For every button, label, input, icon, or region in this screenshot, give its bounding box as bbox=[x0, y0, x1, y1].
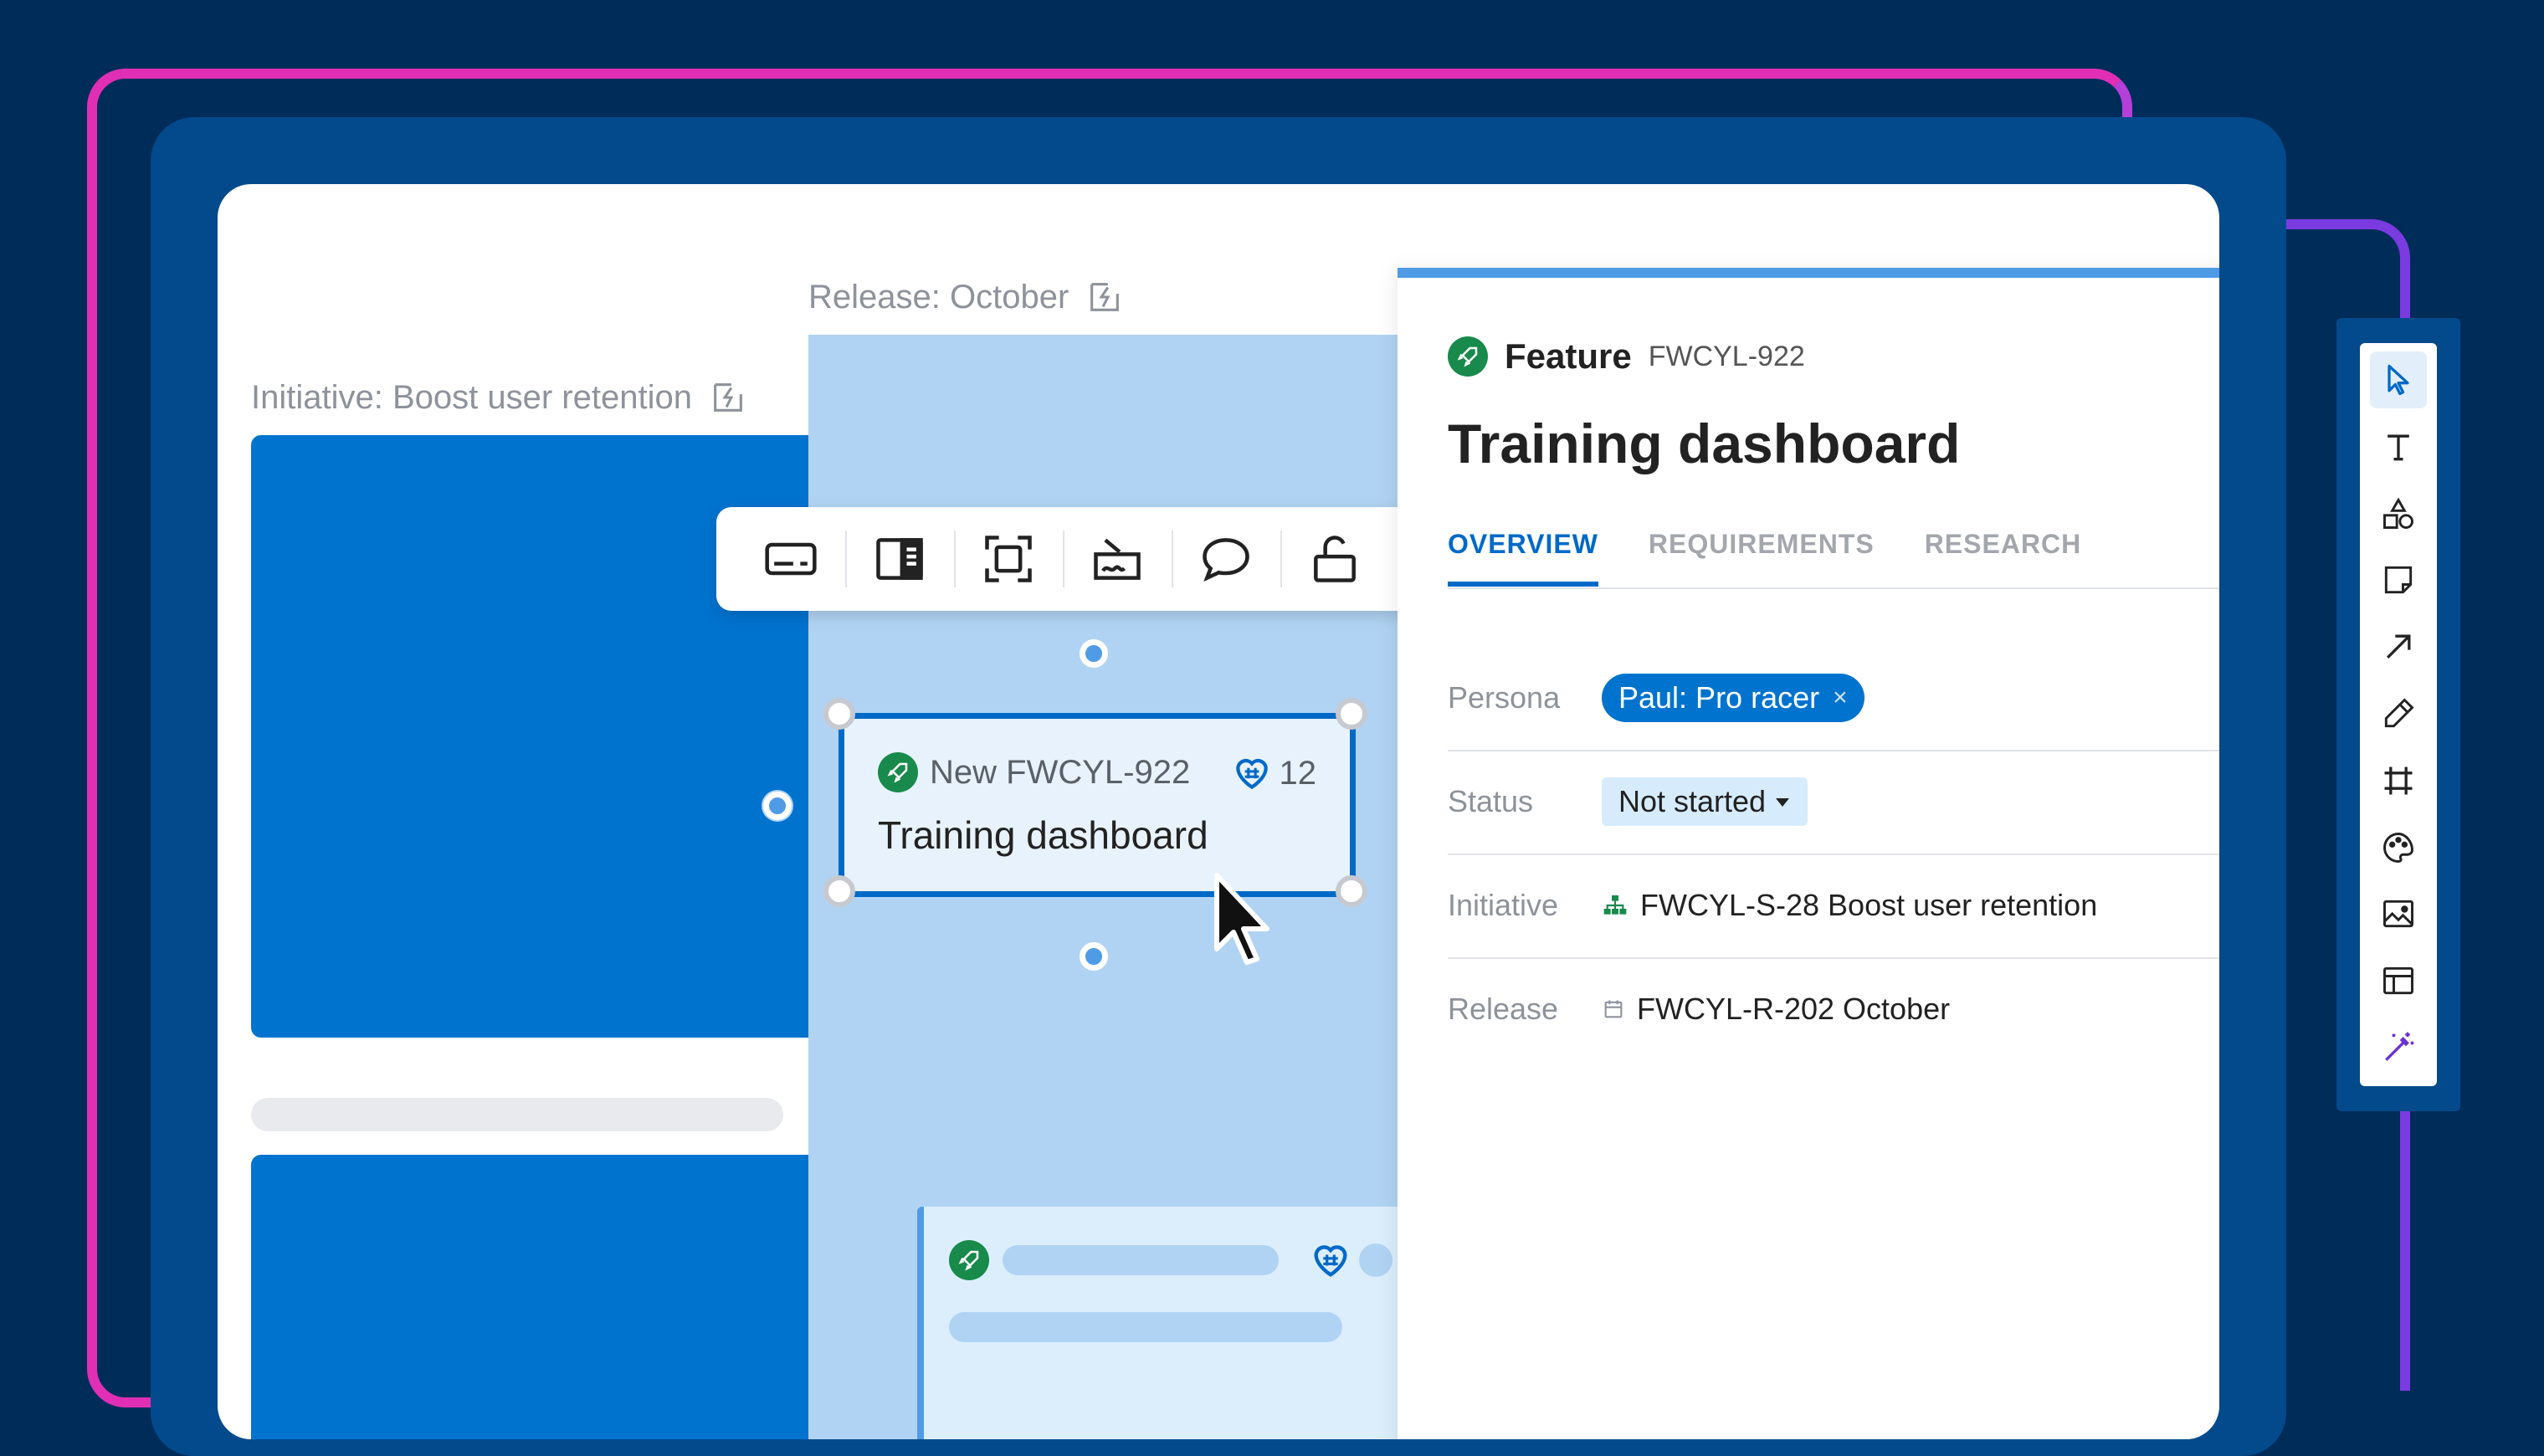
frame-link-icon[interactable] bbox=[709, 378, 747, 417]
tab-overview[interactable]: OVERVIEW bbox=[1448, 529, 1598, 587]
mouse-pointer-icon bbox=[1214, 873, 1269, 965]
arrow-icon bbox=[2386, 634, 2411, 659]
release-frame-label[interactable]: Release: October bbox=[808, 278, 1124, 316]
field-label: Initiative bbox=[1448, 888, 1559, 922]
initiative-link[interactable]: FWCYL-S-28 Boost user retention bbox=[1602, 888, 2097, 923]
assign-button[interactable] bbox=[1063, 507, 1172, 611]
release-link[interactable]: FWCYL-R-202 October bbox=[1602, 992, 1950, 1027]
feature-card-placeholder[interactable] bbox=[917, 1207, 1411, 1439]
status-dropdown[interactable]: Not started bbox=[1602, 777, 1808, 826]
card-header: New FWCYL-922 bbox=[878, 752, 1190, 792]
feature-detail-panel: Feature FWCYL-922 Training dashboard OVE… bbox=[1398, 268, 2219, 1439]
layout-icon bbox=[2383, 967, 2413, 995]
calendar-icon bbox=[1604, 1000, 1623, 1018]
sign-icon bbox=[1094, 538, 1141, 580]
card-style-button[interactable] bbox=[736, 507, 845, 611]
resize-handle-bottom-right[interactable] bbox=[1336, 875, 1367, 907]
record-title[interactable]: Training dashboard bbox=[1448, 412, 1960, 475]
ai-magic-icon bbox=[2385, 1032, 2414, 1061]
tab-research[interactable]: RESEARCH bbox=[1925, 529, 2082, 587]
placeholder-bar bbox=[251, 1098, 783, 1131]
card-score: 12 bbox=[1231, 752, 1316, 794]
score-heart-icon bbox=[1314, 1245, 1347, 1277]
whiteboard-tools bbox=[2360, 343, 2437, 1086]
sticky-note-tool-button[interactable] bbox=[2370, 551, 2427, 608]
shapes-tool-button[interactable] bbox=[2370, 485, 2427, 542]
persona-chip[interactable]: Paul: Pro racer × bbox=[1602, 674, 1864, 722]
connector-anchor-top[interactable] bbox=[1080, 639, 1108, 668]
details-panel-button[interactable] bbox=[845, 507, 954, 611]
image-tool-button[interactable] bbox=[2370, 886, 2427, 943]
text-tool-button[interactable] bbox=[2370, 418, 2427, 475]
field-label: Status bbox=[1448, 784, 1534, 818]
focus-icon bbox=[985, 536, 1032, 582]
tab-requirements[interactable]: REQUIREMENTS bbox=[1649, 529, 1875, 587]
card-toolbar bbox=[716, 507, 1411, 611]
unlock-icon bbox=[1314, 536, 1356, 582]
score-heart-icon bbox=[1235, 758, 1268, 790]
feature-rocket-icon bbox=[878, 752, 918, 792]
panel-icon bbox=[876, 538, 923, 580]
pointer-icon bbox=[2388, 364, 2409, 396]
placeholder-score bbox=[1359, 1243, 1393, 1277]
resize-handle-bottom-left[interactable] bbox=[823, 875, 855, 907]
field-label: Release bbox=[1448, 992, 1559, 1026]
select-tool-button[interactable] bbox=[2370, 351, 2427, 408]
frame-tool-button[interactable] bbox=[2370, 752, 2427, 809]
frame-icon bbox=[2384, 766, 2413, 795]
field-release: Release FWCYL-R-202 October bbox=[1448, 957, 2219, 1061]
connector-anchor-bottom[interactable] bbox=[1080, 942, 1108, 971]
arrow-tool-button[interactable] bbox=[2370, 618, 2427, 675]
connector-anchor-left[interactable] bbox=[763, 792, 792, 820]
record-tabs: OVERVIEW REQUIREMENTS RESEARCH bbox=[1448, 529, 2081, 587]
record-key[interactable]: FWCYL-922 bbox=[1649, 341, 1805, 373]
caret-down-icon bbox=[1776, 798, 1790, 807]
field-persona: Persona Paul: Pro racer × bbox=[1448, 646, 2219, 751]
field-label: Persona bbox=[1448, 680, 1561, 715]
lock-button[interactable] bbox=[1280, 507, 1389, 611]
field-status: Status Not started bbox=[1448, 750, 2219, 855]
whiteboard-canvas[interactable]: Initiative: Boost user retention Release… bbox=[218, 184, 2219, 1439]
palette-icon bbox=[2383, 832, 2413, 863]
placeholder-bar bbox=[949, 1312, 1342, 1342]
initiative-frame-label[interactable]: Initiative: Boost user retention bbox=[251, 378, 747, 417]
focus-button[interactable] bbox=[954, 507, 1063, 611]
comment-button[interactable] bbox=[1172, 507, 1280, 611]
tab-divider bbox=[1448, 587, 2219, 589]
sticky-note-icon bbox=[2384, 567, 2413, 594]
resize-handle-top-left[interactable] bbox=[823, 698, 855, 730]
comment-icon bbox=[1203, 538, 1249, 582]
selected-feature-card[interactable]: New FWCYL-922 12 Training dashboard bbox=[839, 713, 1356, 897]
color-tool-button[interactable] bbox=[2370, 819, 2427, 876]
pen-icon bbox=[2384, 698, 2414, 728]
field-initiative: Initiative FWCYL-S-28 Boost user retenti… bbox=[1448, 854, 2219, 959]
resize-handle-top-right[interactable] bbox=[1336, 698, 1367, 730]
card-key: New FWCYL-922 bbox=[930, 753, 1191, 791]
feature-rocket-icon bbox=[1448, 336, 1488, 377]
placeholder-bar bbox=[1003, 1245, 1279, 1275]
card-icon bbox=[765, 542, 817, 576]
image-icon bbox=[2383, 900, 2413, 928]
shapes-icon bbox=[2383, 497, 2413, 529]
remove-chip-icon[interactable]: × bbox=[1833, 684, 1848, 712]
text-icon bbox=[2388, 434, 2409, 461]
hierarchy-icon bbox=[1603, 895, 1627, 915]
initiative-card-block-2[interactable] bbox=[251, 1155, 837, 1439]
feature-rocket-icon bbox=[949, 1240, 989, 1280]
layout-tool-button[interactable] bbox=[2370, 952, 2427, 1009]
pen-tool-button[interactable] bbox=[2370, 685, 2427, 742]
record-header: Feature FWCYL-922 bbox=[1448, 336, 1805, 377]
ai-assist-button[interactable] bbox=[2370, 1019, 2427, 1076]
record-type: Feature bbox=[1505, 336, 1632, 376]
frame-link-icon[interactable] bbox=[1085, 278, 1124, 316]
card-title: Training dashboard bbox=[878, 813, 1208, 857]
